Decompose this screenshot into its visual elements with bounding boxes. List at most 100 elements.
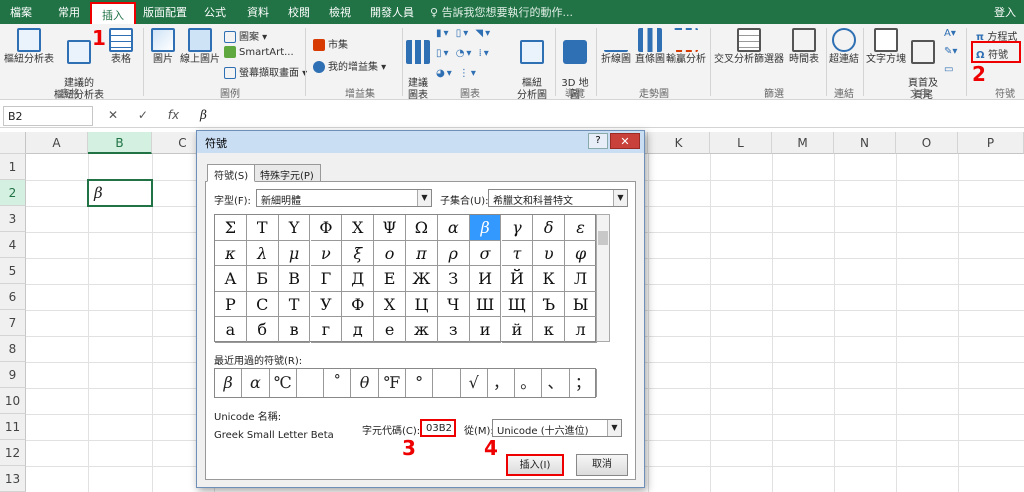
- tab-developer[interactable]: 開發人員: [370, 4, 414, 20]
- symbol-cell[interactable]: Й: [501, 266, 534, 292]
- tab-page-layout[interactable]: 版面配置: [143, 4, 187, 20]
- signin-link[interactable]: 登入: [994, 4, 1016, 20]
- recent-symbol-cell[interactable]: 、: [542, 369, 570, 397]
- chart-type-icons-row1[interactable]: ▮▾ ▯▾ ◥▾: [436, 28, 492, 39]
- row-header[interactable]: 7: [0, 310, 26, 336]
- smartart-button[interactable]: SmartArt...: [224, 46, 294, 58]
- row-header[interactable]: 3: [0, 206, 26, 232]
- select-all-corner[interactable]: [0, 132, 26, 154]
- char-code-input[interactable]: 03B2: [420, 419, 456, 437]
- wordart-button[interactable]: A▾: [944, 28, 956, 39]
- cancel-button[interactable]: 取消: [576, 454, 628, 476]
- textbox-button[interactable]: 文字方塊: [866, 28, 906, 66]
- column-header[interactable]: L: [710, 132, 772, 154]
- column-header[interactable]: B: [88, 132, 152, 154]
- symbol-cell[interactable]: Л: [565, 266, 597, 292]
- symbol-cell[interactable]: е: [374, 317, 406, 343]
- symbol-cell[interactable]: б: [246, 317, 279, 343]
- symbol-cell[interactable]: Д: [342, 266, 375, 292]
- row-header[interactable]: 1: [0, 154, 26, 180]
- column-header[interactable]: M: [772, 132, 834, 154]
- symbol-cell[interactable]: Ж: [406, 266, 438, 292]
- column-header[interactable]: O: [896, 132, 958, 154]
- symbol-cell[interactable]: Ч: [437, 291, 470, 318]
- symbol-cell[interactable]: а: [215, 317, 247, 343]
- recommended-charts-button[interactable]: 建議 圖表: [404, 28, 432, 102]
- symbol-cell[interactable]: З: [437, 266, 470, 292]
- symbol-cell[interactable]: Б: [246, 266, 279, 292]
- recent-symbol-cell[interactable]: 。: [515, 369, 543, 397]
- scrollbar-thumb[interactable]: [598, 231, 608, 245]
- symbol-cell[interactable]: ρ: [437, 240, 470, 267]
- active-cell-b2[interactable]: β: [87, 179, 153, 207]
- tab-home[interactable]: 常用: [58, 4, 80, 20]
- symbol-cell[interactable]: С: [246, 291, 279, 318]
- recent-symbol-cell[interactable]: θ: [351, 369, 379, 397]
- symbol-cell[interactable]: ξ: [342, 240, 375, 267]
- row-header[interactable]: 12: [0, 440, 26, 466]
- tab-review[interactable]: 校閱: [288, 4, 310, 20]
- recent-symbol-cell[interactable]: [297, 369, 325, 397]
- chart-type-icons-row2[interactable]: ▯▾ ◔▾ ⁞▾: [436, 48, 491, 59]
- symbol-cell[interactable]: Σ: [215, 215, 247, 241]
- symbol-cell[interactable]: υ: [533, 240, 566, 267]
- table-button[interactable]: 表格: [106, 28, 136, 66]
- symbol-cell[interactable]: л: [565, 317, 597, 343]
- slicer-button[interactable]: 交叉分析篩選器: [714, 28, 784, 66]
- enter-icon[interactable]: ✓: [138, 108, 148, 122]
- subset-select[interactable]: 希臘文和科普特文 ▼: [488, 189, 628, 207]
- pictures-button[interactable]: 圖片: [148, 28, 178, 66]
- symbol-cell[interactable]: г: [310, 317, 343, 343]
- row-header[interactable]: 13: [0, 466, 26, 492]
- symbol-cell[interactable]: Υ: [278, 215, 311, 241]
- symbol-cell[interactable]: А: [215, 266, 247, 292]
- symbol-cell[interactable]: к: [533, 317, 566, 343]
- from-select[interactable]: Unicode (十六進位) ▼: [492, 419, 622, 437]
- my-addins-button[interactable]: 我的增益集 ▾: [313, 58, 386, 73]
- symbol-cell[interactable]: и: [469, 317, 502, 343]
- column-header[interactable]: N: [834, 132, 896, 154]
- symbol-cell[interactable]: π: [406, 240, 438, 267]
- symbol-cell[interactable]: Г: [310, 266, 343, 292]
- tab-insert[interactable]: 插入: [90, 2, 136, 24]
- tab-data[interactable]: 資料: [247, 4, 269, 20]
- symbol-cell[interactable]: ο: [374, 240, 406, 267]
- symbol-cell[interactable]: Φ: [310, 215, 343, 241]
- symbol-cell[interactable]: д: [342, 317, 375, 343]
- symbol-cell[interactable]: И: [469, 266, 502, 292]
- font-select[interactable]: 新細明體 ▼: [256, 189, 432, 207]
- symbol-cell[interactable]: μ: [278, 240, 311, 267]
- symbol-cell[interactable]: κ: [215, 240, 247, 267]
- close-button[interactable]: ✕: [610, 133, 640, 149]
- symbol-cell[interactable]: Ц: [406, 291, 438, 318]
- symbol-cell[interactable]: Ψ: [374, 215, 406, 241]
- row-header[interactable]: 5: [0, 258, 26, 284]
- symbol-cell[interactable]: Τ: [246, 215, 279, 241]
- symbol-cell[interactable]: ν: [310, 240, 343, 267]
- row-header[interactable]: 6: [0, 284, 26, 310]
- sparkline-column-button[interactable]: 直條圖: [634, 28, 666, 66]
- recent-symbol-cell[interactable]: ℃: [270, 369, 297, 397]
- shapes-button[interactable]: 圖案 ▾: [224, 28, 267, 43]
- tab-symbols[interactable]: 符號(S): [207, 164, 256, 182]
- recent-symbol-cell[interactable]: ˚: [324, 369, 352, 397]
- name-box[interactable]: B2: [3, 106, 93, 126]
- symbol-cell[interactable]: ε: [565, 215, 597, 241]
- function-icon[interactable]: fx: [168, 108, 179, 122]
- recent-symbol-cell[interactable]: °: [406, 369, 434, 397]
- symbol-cell[interactable]: В: [278, 266, 311, 292]
- symbol-cell[interactable]: К: [533, 266, 566, 292]
- symbol-cell[interactable]: в: [278, 317, 311, 343]
- symbol-cell[interactable]: Ω: [406, 215, 438, 241]
- recent-symbol-cell[interactable]: α: [242, 369, 270, 397]
- pivot-chart-button[interactable]: 樞紐 分析圖: [514, 28, 550, 102]
- symbol-cell[interactable]: τ: [501, 240, 534, 267]
- symbol-cell[interactable]: з: [437, 317, 470, 343]
- symbol-cell[interactable]: γ: [501, 215, 534, 241]
- recent-symbol-cell[interactable]: ℉: [379, 369, 406, 397]
- chart-type-icons-row3[interactable]: ◕▾ ⋮▾: [436, 68, 478, 79]
- symbol-cell[interactable]: σ: [469, 240, 502, 267]
- tab-view[interactable]: 檢視: [329, 4, 351, 20]
- symbol-cell[interactable]: δ: [533, 215, 566, 241]
- tell-me-box[interactable]: ♀ 告訴我您想要執行的動作...: [430, 4, 573, 20]
